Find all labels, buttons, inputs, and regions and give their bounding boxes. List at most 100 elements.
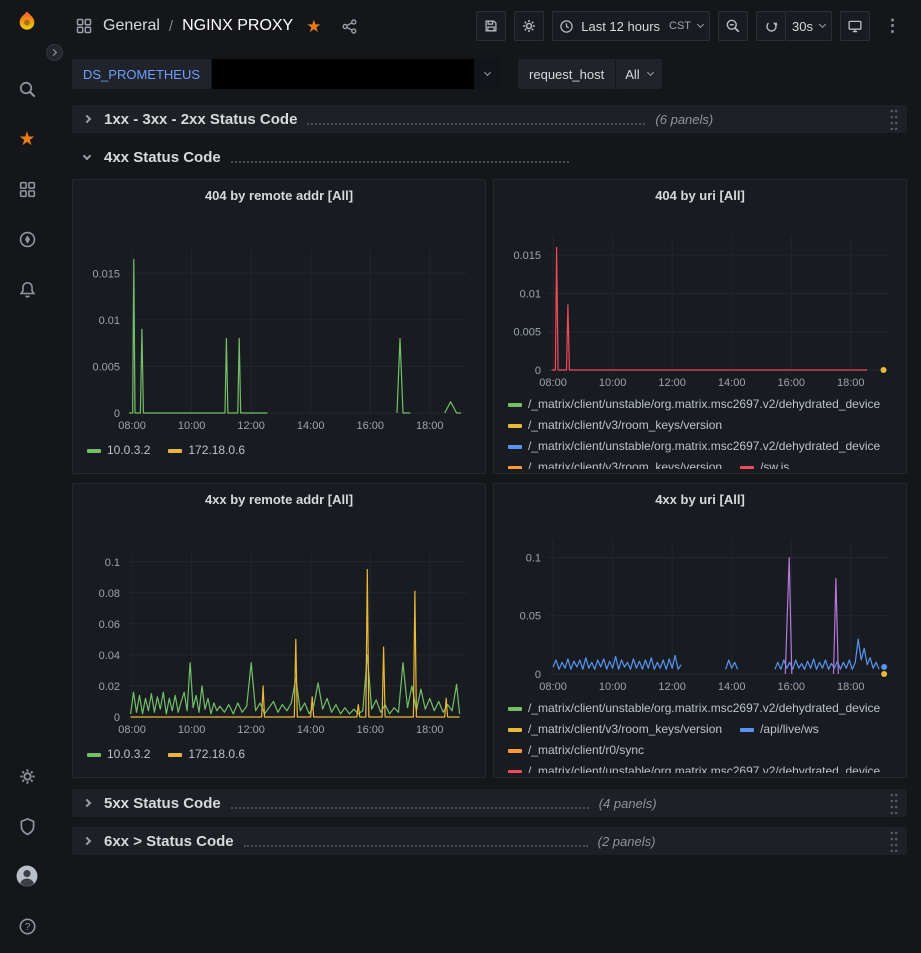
svg-text:14:00: 14:00 (297, 724, 325, 736)
row-title: 4xx Status Code (104, 149, 221, 166)
svg-text:10:00: 10:00 (178, 724, 206, 736)
request-host-variable-value[interactable]: All (616, 59, 661, 89)
grafana-logo-icon[interactable] (16, 10, 38, 32)
panel-legend: /_matrix/client/unstable/org.matrix.msc2… (502, 696, 898, 773)
panel-title[interactable]: 404 by remote addr [All] (81, 180, 477, 210)
legend-item[interactable]: /_matrix/client/unstable/org.matrix.msc2… (508, 762, 880, 773)
legend-series-marker (508, 403, 522, 407)
settings-gear-icon[interactable] (16, 765, 38, 787)
svg-text:14:00: 14:00 (297, 420, 325, 432)
legend-item[interactable]: /_matrix/client/v3/room_keys/version (508, 416, 722, 435)
navbar: General / NGINX PROXY ★ (54, 0, 921, 52)
row-drag-handle[interactable] (889, 830, 899, 852)
legend-item[interactable]: 172.18.0.6 (168, 745, 245, 764)
svg-text:0: 0 (535, 365, 541, 377)
panel-404-by-remote-addr: 404 by remote addr [All] 00.0050.010.015… (72, 179, 486, 474)
svg-text:?: ? (24, 922, 30, 933)
legend-series-marker (740, 728, 754, 732)
starred-dashboards-icon[interactable]: ★ (16, 128, 38, 150)
legend-item[interactable]: 10.0.3.2 (87, 745, 150, 764)
timeseries-chart[interactable]: 00.0050.010.01508:0010:0012:0014:0016:00… (502, 210, 900, 392)
legend-series-label: 10.0.3.2 (107, 745, 150, 764)
row-title: 5xx Status Code (104, 795, 221, 812)
svg-text:12:00: 12:00 (658, 681, 686, 693)
svg-text:12:00: 12:00 (237, 420, 265, 432)
sidebar: ★ (0, 0, 54, 953)
dashboard-settings-button[interactable] (514, 11, 544, 41)
legend-item[interactable]: /_matrix/client/v3/room_keys/version (508, 720, 722, 739)
legend-series-label: /_matrix/client/v3/room_keys/version (528, 720, 722, 739)
more-options-kebab[interactable]: ⋮ (878, 11, 907, 41)
row-dotted-leader (231, 161, 569, 163)
timeseries-chart[interactable]: 00.020.040.060.080.108:0010:0012:0014:00… (81, 514, 479, 739)
alerting-bell-icon[interactable] (16, 278, 38, 300)
help-icon[interactable]: ? (16, 915, 38, 937)
panel-legend: 10.0.3.2 172.18.0.6 (81, 742, 477, 764)
favorite-star-icon[interactable]: ★ (306, 18, 321, 35)
legend-item[interactable]: 172.18.0.6 (168, 441, 245, 460)
row-4xx[interactable]: 4xx Status Code (72, 143, 907, 171)
legend-item[interactable]: /_matrix/client/r0/sync (508, 741, 644, 760)
legend-item[interactable]: /_matrix/client/unstable/org.matrix.msc2… (508, 395, 880, 414)
row-6xx[interactable]: 6xx > Status Code (2 panels) (72, 827, 907, 855)
panel-title[interactable]: 404 by uri [All] (502, 180, 898, 210)
zoom-out-icon (725, 18, 741, 34)
request-host-selected: All (625, 67, 639, 82)
svg-text:14:00: 14:00 (718, 681, 746, 693)
admin-shield-icon[interactable] (16, 815, 38, 837)
panel-title[interactable]: 4xx by uri [All] (502, 484, 898, 514)
legend-series-label: /_matrix/client/unstable/org.matrix.msc2… (528, 699, 880, 718)
user-avatar[interactable] (16, 865, 38, 887)
legend-item[interactable]: /_matrix/client/unstable/org.matrix.msc2… (508, 699, 880, 718)
timeseries-chart[interactable]: 00.050.108:0010:0012:0014:0016:0018:00 (502, 514, 900, 696)
svg-text:08:00: 08:00 (539, 377, 567, 389)
gear-icon (521, 18, 537, 34)
row-drag-handle[interactable] (889, 792, 899, 814)
svg-text:18:00: 18:00 (837, 681, 865, 693)
panel-4xx-by-uri: 4xx by uri [All] 00.050.108:0010:0012:00… (493, 483, 907, 778)
legend-item[interactable]: 10.0.3.2 (87, 441, 150, 460)
legend-item[interactable]: /sw.js (740, 458, 789, 469)
refresh-button[interactable] (756, 11, 786, 41)
zoom-out-button[interactable] (718, 11, 748, 41)
legend-item[interactable]: /api/live/ws (740, 720, 819, 739)
breadcrumb-folder[interactable]: General (103, 17, 160, 35)
refresh-interval-value: 30s (792, 19, 813, 34)
search-icon[interactable] (16, 78, 38, 100)
svg-text:0.015: 0.015 (513, 250, 541, 262)
timeseries-chart[interactable]: 00.0050.010.01508:0010:0012:0014:0016:00… (81, 210, 479, 435)
time-range-picker[interactable]: Last 12 hours CST (552, 11, 710, 41)
legend-item[interactable]: /_matrix/client/unstable/org.matrix.msc2… (508, 437, 880, 456)
save-icon (483, 18, 499, 34)
svg-text:10:00: 10:00 (599, 377, 627, 389)
dashboard-title[interactable]: NGINX PROXY (182, 17, 293, 35)
svg-text:0.1: 0.1 (526, 552, 541, 564)
svg-text:08:00: 08:00 (118, 724, 146, 736)
explore-compass-icon[interactable] (16, 228, 38, 250)
svg-text:18:00: 18:00 (416, 420, 444, 432)
sidebar-expand-button[interactable] (46, 44, 63, 61)
datasource-variable-label: DS_PROMETHEUS (72, 59, 211, 89)
row-5xx[interactable]: 5xx Status Code (4 panels) (72, 789, 907, 817)
svg-text:18:00: 18:00 (416, 724, 444, 736)
refresh-icon (764, 19, 779, 34)
panel-title[interactable]: 4xx by remote addr [All] (81, 484, 477, 514)
datasource-variable-value[interactable] (212, 59, 500, 89)
chevron-right-icon (83, 115, 91, 123)
refresh-interval-dropdown[interactable]: 30s (786, 11, 832, 41)
dashboard-submenu: DS_PROMETHEUS request_host All (54, 52, 921, 96)
svg-text:0: 0 (535, 669, 541, 681)
share-icon[interactable] (340, 17, 358, 35)
save-dashboard-button[interactable] (476, 11, 506, 41)
legend-series-marker (740, 466, 754, 470)
dashboards-icon[interactable] (16, 178, 38, 200)
svg-text:16:00: 16:00 (777, 377, 805, 389)
row-1xx-3xx-2xx[interactable]: 1xx - 3xx - 2xx Status Code (6 panels) (72, 105, 907, 133)
legend-item[interactable]: /_matrix/client/v3/room_keys/version (508, 458, 722, 469)
row-drag-handle[interactable] (889, 108, 899, 130)
timezone-label: CST (669, 20, 691, 32)
tv-mode-button[interactable] (840, 11, 870, 41)
legend-series-label: /_matrix/client/unstable/org.matrix.msc2… (528, 762, 880, 773)
row-dotted-leader (307, 123, 645, 125)
legend-series-label: /_matrix/client/v3/room_keys/version (528, 416, 722, 435)
